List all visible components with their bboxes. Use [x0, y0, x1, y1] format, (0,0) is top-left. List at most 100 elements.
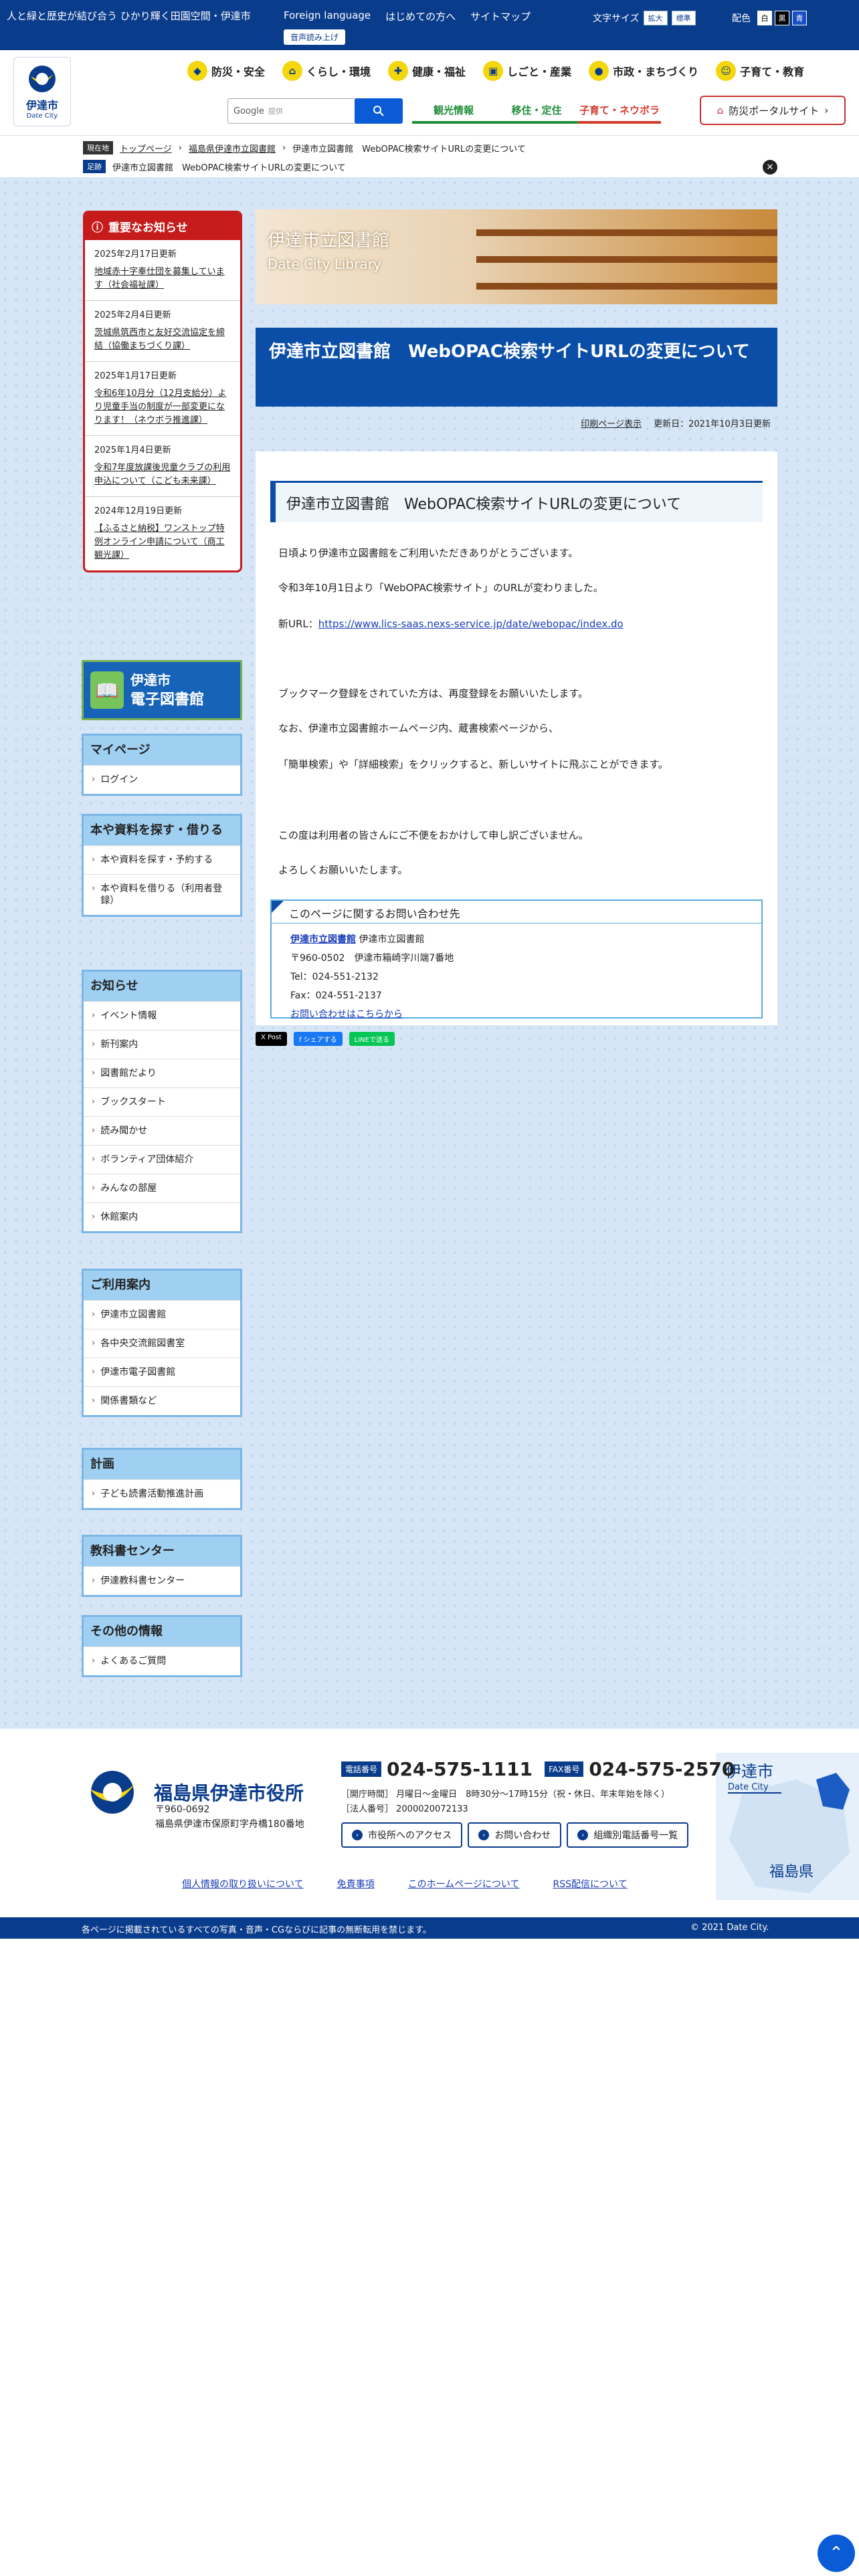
ebook-line2: 電子図書館 [130, 691, 205, 708]
utility-links: Foreign language はじめての方へ サイトマップ [284, 9, 531, 23]
important-notices: ⓘ 重要なお知らせ 2025年2月17日更新地域赤十字奉仕団を募集しています（社… [83, 211, 242, 572]
house-icon: ⌂ [282, 61, 303, 81]
breadcrumb-library[interactable]: 福島県伊達市立図書館 [189, 142, 276, 154]
disclaimer-link[interactable]: 免責事項 [337, 1877, 375, 1891]
x-post-button[interactable]: X Post [256, 1032, 287, 1046]
notice-link[interactable]: 令和7年度放課後児童クラブの利用申込について（こども未来課） [94, 463, 230, 486]
side-link-label: ログイン [100, 774, 138, 785]
e-library-banner[interactable]: 📖 伊達市 電子図書館 [82, 660, 242, 720]
line-share-button[interactable]: LINEで送る [349, 1032, 395, 1046]
nav-work-industry[interactable]: ▣ しごと・産業 [483, 61, 571, 81]
search-button[interactable] [355, 98, 403, 124]
inquiry-button[interactable]: › お問い合わせ [468, 1822, 562, 1848]
site-tagline: 人と緑と歴史が結び合う ひかり輝く田園空間・伊達市 [7, 10, 251, 22]
foreign-language-link[interactable]: Foreign language [284, 9, 371, 23]
nav-label: 子育て・教育 [740, 66, 805, 78]
about-site-link[interactable]: このホームページについて [408, 1877, 520, 1891]
breadcrumb-home[interactable]: トップページ [120, 142, 172, 154]
footer-info: ［開庁時間］ 月曜日～金曜日 8時30分～17時15分（祝・休日、年末年始を除く… [341, 1788, 670, 1817]
nav-living-environment[interactable]: ⌂ くらし・環境 [282, 61, 371, 81]
nav-childcare-education[interactable]: ☺ 子育て・教育 [716, 61, 804, 81]
content-area: ⓘ 重要なお知らせ 2025年2月17日更新地域赤十字奉仕団を募集しています（社… [0, 177, 859, 1729]
side-link-label: 関係書類など [100, 1396, 157, 1406]
side-link[interactable]: › 伊達市電子図書館 [84, 1358, 240, 1386]
color-blue-button[interactable]: 青 [792, 11, 807, 25]
side-link[interactable]: › 本や資料を借りる（利用者登録） [84, 874, 240, 915]
nav-health-welfare[interactable]: ✚ 健康・福祉 [388, 61, 466, 81]
facebook-share-button[interactable]: f シェアする [293, 1032, 343, 1046]
contact-dept-link[interactable]: 伊達市立図書館 [290, 934, 356, 945]
breadcrumb-current: 伊達市立図書館 WebOPAC検索サイトURLの変更について [292, 144, 526, 154]
paragraph: なお、伊達市立図書館ホームページ内、蔵書検索ページから、 [278, 722, 559, 734]
chevron-right-icon: › [92, 1097, 96, 1107]
sitemap-link[interactable]: サイトマップ [470, 9, 531, 23]
privacy-link[interactable]: 個人情報の取り扱いについて [182, 1877, 304, 1891]
side-link[interactable]: › ブックスタート [84, 1087, 240, 1116]
side-link[interactable]: › 新刊案内 [84, 1030, 240, 1059]
disaster-portal-button[interactable]: ⌂ 防災ポータルサイト › [700, 96, 846, 125]
side-link[interactable]: › みんなの部屋 [84, 1174, 240, 1202]
rss-link[interactable]: RSS配信について [553, 1877, 627, 1891]
nav-migration[interactable]: 移住・定住 [495, 98, 578, 124]
side-link[interactable]: › 伊達市立図書館 [84, 1300, 240, 1329]
city-logo[interactable]: 伊達市 Date City [13, 57, 71, 126]
footer-links: 個人情報の取り扱いについて 免責事項 このホームページについて RSS配信につい… [182, 1877, 628, 1891]
nav-label: くらし・環境 [306, 66, 371, 78]
notices-header: ⓘ 重要なお知らせ [85, 213, 240, 240]
chevron-right-icon: › [577, 1830, 589, 1840]
color-black-button[interactable]: 黒 [775, 11, 789, 25]
nav-tourism[interactable]: 観光情報 [412, 98, 495, 124]
side-link[interactable]: › 休館案内 [84, 1202, 240, 1231]
library-banner: 伊達市立図書館 Date City Library [256, 209, 777, 304]
side-block-title: 教科書センター [84, 1537, 240, 1566]
contact-form-link[interactable]: お問い合わせはこちらから [290, 1009, 403, 1020]
nav-disaster-safety[interactable]: ◆ 防災・安全 [187, 61, 265, 81]
footer-phone: 電話番号 024-575-1111 FAX番号 024-575-2570 [341, 1758, 741, 1780]
notice-date: 2025年2月17日更新 [94, 249, 177, 259]
notice-item: 2025年2月4日更新 茨城県筑西市と友好交流協定を締結（協働まちづくり課） [85, 301, 240, 362]
chevron-right-icon: › [92, 1212, 96, 1222]
page-top-button[interactable]: ⌃ [818, 2535, 855, 2572]
notice-link[interactable]: 茨城県筑西市と友好交流協定を締結（協働まちづくり課） [94, 328, 225, 351]
notice-date: 2025年1月4日更新 [94, 445, 171, 455]
side-link[interactable]: › 各中央交流館図書室 [84, 1329, 240, 1358]
side-link[interactable]: › 図書館だより [84, 1059, 240, 1087]
history-item[interactable]: 伊達市立図書館 WebOPAC検索サイトURLの変更について [112, 160, 346, 173]
nav-city-planning[interactable]: ● 市政・まちづくり [589, 61, 698, 81]
access-button[interactable]: › 市役所へのアクセス [341, 1822, 463, 1848]
webopac-url-link[interactable]: https://www.lics-saas.nexs-service.jp/da… [318, 618, 624, 630]
chevron-right-icon: › [92, 1039, 96, 1049]
chevron-right-icon: › [92, 1068, 96, 1078]
nav-label: 市政・まちづくり [613, 66, 699, 78]
close-icon[interactable]: ✕ [763, 160, 777, 175]
text-size-standard-button[interactable]: 標準 [671, 11, 696, 25]
phone-list-button[interactable]: › 組織別電話番号一覧 [567, 1822, 689, 1848]
tablet-book-icon: 📖 [90, 671, 124, 709]
color-label: 配色 [732, 13, 751, 24]
paragraph: 新URL：https://www.lics-saas.nexs-service.… [278, 616, 624, 632]
footer-org-name: 福島県伊達市役所 [154, 1782, 304, 1804]
notice-link[interactable]: 地域赤十字奉仕団を募集しています（社会福祉課） [94, 267, 225, 290]
footer-prefecture: 福島県 [769, 1864, 814, 1881]
side-block-guide: ご利用案内 › 伊達市立図書館 › 各中央交流館図書室 › 伊達市電子図書館 › 関係書… [82, 1269, 242, 1417]
first-visit-link[interactable]: はじめての方へ [385, 9, 456, 23]
updated-date: 更新日：2021年10月3日更新 [654, 419, 771, 429]
nav-neuvola[interactable]: 子育て・ネウボラ [578, 98, 661, 124]
color-white-button[interactable]: 白 [757, 11, 772, 25]
side-link[interactable]: › 関係書類など [84, 1386, 240, 1415]
print-link[interactable]: 印刷ページ表示 [581, 419, 642, 429]
side-link[interactable]: › 子ども読書活動推進計画 [84, 1479, 240, 1508]
text-size-enlarge-button[interactable]: 拡大 [643, 11, 668, 25]
side-link[interactable]: › 伊達教科書センター [84, 1566, 240, 1595]
read-aloud-button[interactable]: 音声読み上げ [284, 29, 346, 45]
site-header: 伊達市 Date City ◆ 防災・安全 ⌂ くらし・環境 ✚ 健康・福祉 ▣ しごと… [0, 50, 859, 136]
side-link[interactable]: › ボランティア団体紹介 [84, 1145, 240, 1174]
side-link[interactable]: › 本や資料を探す・予約する [84, 845, 240, 874]
ebook-line1: 伊達市 [130, 672, 171, 688]
notice-link[interactable]: 令和6年10月分（12月支給分）より児童手当の制度が一部変更になります！（ネウボ… [94, 389, 226, 425]
side-link[interactable]: › ログイン [84, 765, 240, 794]
side-link[interactable]: › イベント情報 [84, 1001, 240, 1030]
side-link[interactable]: › よくあるご質問 [84, 1646, 240, 1675]
side-link[interactable]: › 読み聞かせ [84, 1116, 240, 1145]
notice-link[interactable]: 【ふるさと納税】ワンストップ特例オンライン申請について（商工観光課） [94, 524, 225, 560]
